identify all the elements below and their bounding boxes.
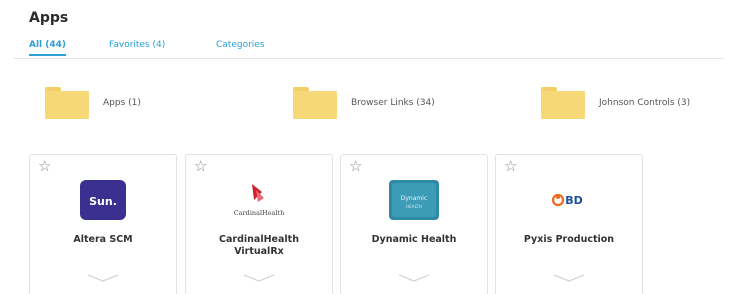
tab-categories[interactable]: Categories <box>216 40 265 50</box>
app-card-altera-scm[interactable]: ☆ Sun. Altera SCM <box>29 154 177 294</box>
chevron-down-icon[interactable] <box>86 273 120 283</box>
folder-label: Apps (1) <box>103 98 141 108</box>
app-name: Dynamic Health <box>371 234 457 245</box>
chevron-down-icon[interactable] <box>552 273 586 283</box>
folder-label: Browser Links (34) <box>351 98 435 108</box>
bd-logo: BD <box>551 193 583 207</box>
chevron-down-icon[interactable] <box>242 273 276 283</box>
dynamic-logo-text: Dynamic <box>401 195 427 202</box>
folder-icon <box>45 87 89 119</box>
app-card-dynamic-health[interactable]: ☆ Dynamic HEALTH Dynamic Health <box>340 154 488 294</box>
folder-apps[interactable]: Apps (1) <box>45 86 141 120</box>
cardinal-health-logo: CardinalHealth <box>234 184 284 217</box>
dynamic-health-logo: Dynamic HEALTH <box>389 180 439 220</box>
cardinal-logo-text: CardinalHealth <box>234 209 284 217</box>
folder-johnson-controls[interactable]: Johnson Controls (3) <box>541 86 690 120</box>
altera-logo-text: Sun. <box>89 195 117 208</box>
folder-icon <box>541 87 585 119</box>
tab-favorites[interactable]: Favorites (4) <box>109 40 165 50</box>
folder-label: Johnson Controls (3) <box>599 98 691 108</box>
app-name: Altera SCM <box>73 234 133 245</box>
page-title: Apps <box>29 10 69 26</box>
star-icon[interactable]: ☆ <box>194 159 207 174</box>
app-card-pyxis-production[interactable]: ☆ BD Pyxis Production <box>495 154 643 294</box>
dynamic-logo-subtext: HEALTH <box>406 204 421 209</box>
altera-logo: Sun. <box>80 180 126 220</box>
star-icon[interactable]: ☆ <box>504 159 517 174</box>
tab-all[interactable]: All (44) <box>29 40 67 56</box>
header-divider <box>14 58 724 59</box>
folder-browser-links[interactable]: Browser Links (34) <box>293 86 435 120</box>
app-name: CardinalHealth VirtualRx <box>219 234 299 257</box>
star-icon[interactable]: ☆ <box>349 159 362 174</box>
folder-icon <box>293 87 337 119</box>
app-card-cardinalhealth-virtualrx[interactable]: ☆ CardinalHealth CardinalHealth VirtualR… <box>185 154 333 294</box>
chevron-down-icon[interactable] <box>397 273 431 283</box>
star-icon[interactable]: ☆ <box>38 159 51 174</box>
app-name: Pyxis Production <box>523 234 615 245</box>
bd-logo-text: BD <box>565 194 583 207</box>
